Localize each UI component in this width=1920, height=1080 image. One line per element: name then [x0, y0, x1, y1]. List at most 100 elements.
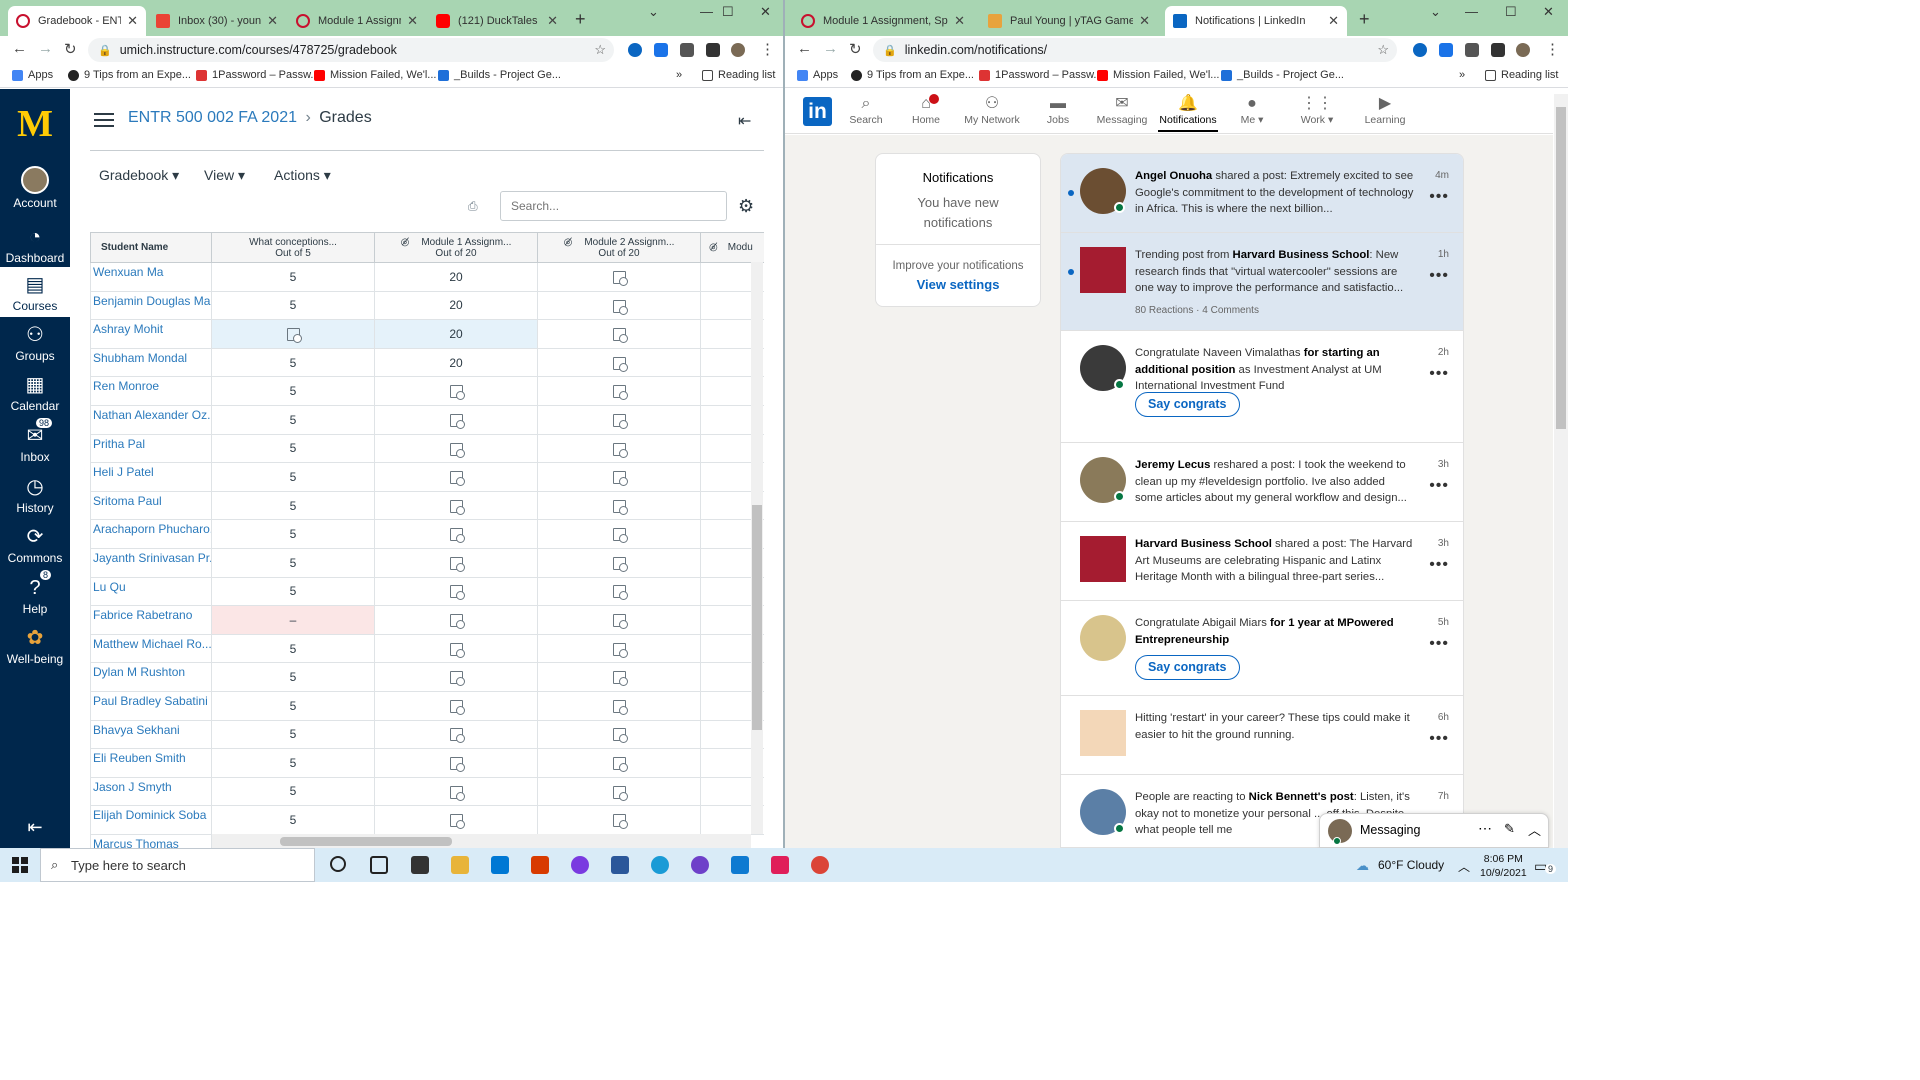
more-icon[interactable]: ⋯: [1478, 820, 1492, 837]
say-congrats-button[interactable]: Say congrats: [1135, 655, 1240, 680]
nav-history[interactable]: ◷ History: [0, 475, 70, 515]
reactions-meta[interactable]: 80 Reactions · 4 Comments: [1135, 305, 1259, 316]
close-tab-icon[interactable]: ✕: [407, 13, 418, 29]
grade-cell[interactable]: [537, 433, 701, 464]
grade-cell[interactable]: [537, 633, 701, 664]
nav-courses[interactable]: ▤ Courses: [0, 267, 70, 317]
grade-cell[interactable]: 5: [211, 748, 375, 778]
grade-cell[interactable]: [537, 262, 701, 292]
grade-cell[interactable]: 20: [374, 347, 538, 378]
media-icon[interactable]: [1491, 43, 1505, 57]
grade-cell[interactable]: 5: [211, 490, 375, 521]
student-name-link[interactable]: Benjamin Douglas Ma...: [90, 290, 212, 321]
grade-cell[interactable]: 5: [211, 433, 375, 464]
li-nav-work[interactable]: ⋮⋮ Work ▾: [1297, 94, 1337, 126]
grade-cell[interactable]: [374, 662, 538, 692]
grade-cell[interactable]: 5: [211, 290, 375, 321]
collapse-panel-icon[interactable]: ⇤: [738, 111, 751, 131]
bookmark-star-icon[interactable]: ☆: [1377, 42, 1389, 58]
grade-cell[interactable]: 20: [374, 262, 538, 292]
task-view-icon[interactable]: [370, 856, 388, 874]
grade-cell[interactable]: [537, 605, 701, 635]
grade-cell[interactable]: 5: [211, 462, 375, 492]
grade-cell[interactable]: [374, 490, 538, 521]
grade-cell[interactable]: 5: [211, 347, 375, 378]
compose-icon[interactable]: ✎: [1504, 821, 1515, 837]
student-name-link[interactable]: Heli J Patel: [90, 462, 212, 492]
student-name-link[interactable]: Paul Bradley Sabatini: [90, 690, 212, 721]
student-name-link[interactable]: Fabrice Rabetrano: [90, 605, 212, 635]
column-header-assignment[interactable]: ◎̸ Module 2 Assignm... Out of 20: [537, 232, 701, 263]
grade-cell[interactable]: [374, 719, 538, 750]
bookmark-item[interactable]: 1Password – Passw...: [196, 69, 320, 81]
notification-item[interactable]: Harvard Business School shared a post: T…: [1061, 522, 1463, 601]
menu-kebab-icon[interactable]: ⋮: [1545, 40, 1560, 58]
extension-icon[interactable]: [1413, 43, 1427, 57]
media-icon[interactable]: [706, 43, 720, 57]
reading-list[interactable]: Reading list: [1485, 69, 1558, 81]
umich-logo[interactable]: M: [13, 105, 57, 143]
gradebook-menu[interactable]: Gradebook ▾: [99, 167, 179, 184]
tab-gmail[interactable]: Inbox (30) - youngp ✕: [148, 6, 286, 36]
extensions-puzzle-icon[interactable]: [1465, 43, 1479, 57]
student-name-link[interactable]: Bhavya Sekhani: [90, 719, 212, 750]
column-header-assignment[interactable]: ◎̸ Module 1 Assignm... Out of 20: [374, 232, 538, 263]
view-menu[interactable]: View ▾: [204, 167, 245, 184]
avatar[interactable]: [1080, 247, 1126, 293]
nav-wellbeing[interactable]: ✿ Well-being: [0, 626, 70, 666]
export-icon[interactable]: ⎙: [468, 199, 478, 214]
student-name-link[interactable]: Lu Qu: [90, 576, 212, 607]
grade-cell[interactable]: [374, 433, 538, 464]
extension-icon[interactable]: [1439, 43, 1453, 57]
grade-cell[interactable]: [374, 404, 538, 435]
close-window-icon[interactable]: ✕: [760, 4, 771, 20]
chrome-icon[interactable]: [811, 856, 829, 874]
windows-start-icon[interactable]: [12, 857, 28, 873]
grade-cell[interactable]: –: [211, 605, 375, 635]
tab-youtube[interactable]: (121) DuckTales ✕: [428, 6, 566, 36]
profile-avatar-icon[interactable]: [1516, 43, 1530, 57]
slack-icon[interactable]: [771, 856, 789, 874]
edge-icon[interactable]: [651, 856, 669, 874]
nav-account[interactable]: Account: [0, 166, 70, 210]
grade-cell[interactable]: [374, 376, 538, 406]
grade-cell[interactable]: [537, 519, 701, 549]
bookmark-item[interactable]: 9 Tips from an Expe...: [68, 69, 191, 81]
more-bookmarks-icon[interactable]: »: [676, 69, 682, 81]
column-header-student-name[interactable]: Student Name: [90, 232, 212, 263]
gradebook-search-input[interactable]: [500, 191, 727, 221]
bookmark-item[interactable]: 9 Tips from an Expe...: [851, 69, 974, 81]
tab-ytag[interactable]: Paul Young | yTAG Games ✕: [980, 6, 1158, 36]
tab-module1-speed[interactable]: Module 1 Assignment, SpeedC ✕: [793, 6, 973, 36]
minimize-icon[interactable]: ⌄: [648, 4, 659, 20]
li-nav-jobs[interactable]: ▬ Jobs: [1043, 94, 1073, 126]
student-name-link[interactable]: Jayanth Srinivasan Pr...: [90, 547, 212, 578]
close-tab-icon[interactable]: ✕: [954, 13, 965, 29]
grade-cell[interactable]: [537, 776, 701, 807]
minimize-window-icon[interactable]: —: [700, 4, 713, 19]
grade-cell[interactable]: [374, 462, 538, 492]
li-nav-search[interactable]: ⌕ Search: [849, 94, 883, 126]
grade-cell[interactable]: [537, 319, 701, 349]
grade-cell[interactable]: 5: [211, 690, 375, 721]
grade-cell[interactable]: [374, 776, 538, 807]
minimize-window-icon[interactable]: —: [1465, 4, 1478, 19]
student-name-link[interactable]: Dylan M Rushton: [90, 662, 212, 692]
nav-calendar[interactable]: ▦ Calendar: [0, 373, 70, 413]
grade-cell[interactable]: [537, 690, 701, 721]
reload-icon[interactable]: ↻: [64, 40, 77, 58]
grade-cell[interactable]: [374, 576, 538, 607]
grade-cell[interactable]: 5: [211, 776, 375, 807]
system-clock[interactable]: 8:06 PM 10/9/2021: [1480, 852, 1527, 880]
close-tab-icon[interactable]: ✕: [127, 13, 138, 29]
new-tab-icon[interactable]: +: [1359, 9, 1370, 30]
bookmark-item[interactable]: _Builds - Project Ge...: [1221, 69, 1344, 81]
grade-cell[interactable]: 5: [211, 376, 375, 406]
grade-cell[interactable]: [537, 748, 701, 778]
nav-commons[interactable]: ⟳ Commons: [0, 525, 70, 565]
grade-cell[interactable]: [374, 605, 538, 635]
student-name-link[interactable]: Sritoma Paul: [90, 490, 212, 521]
back-icon[interactable]: ←: [12, 40, 27, 57]
notification-item[interactable]: Congratulate Abigail Miars for 1 year at…: [1061, 601, 1463, 696]
linkedin-logo[interactable]: in: [803, 97, 832, 126]
